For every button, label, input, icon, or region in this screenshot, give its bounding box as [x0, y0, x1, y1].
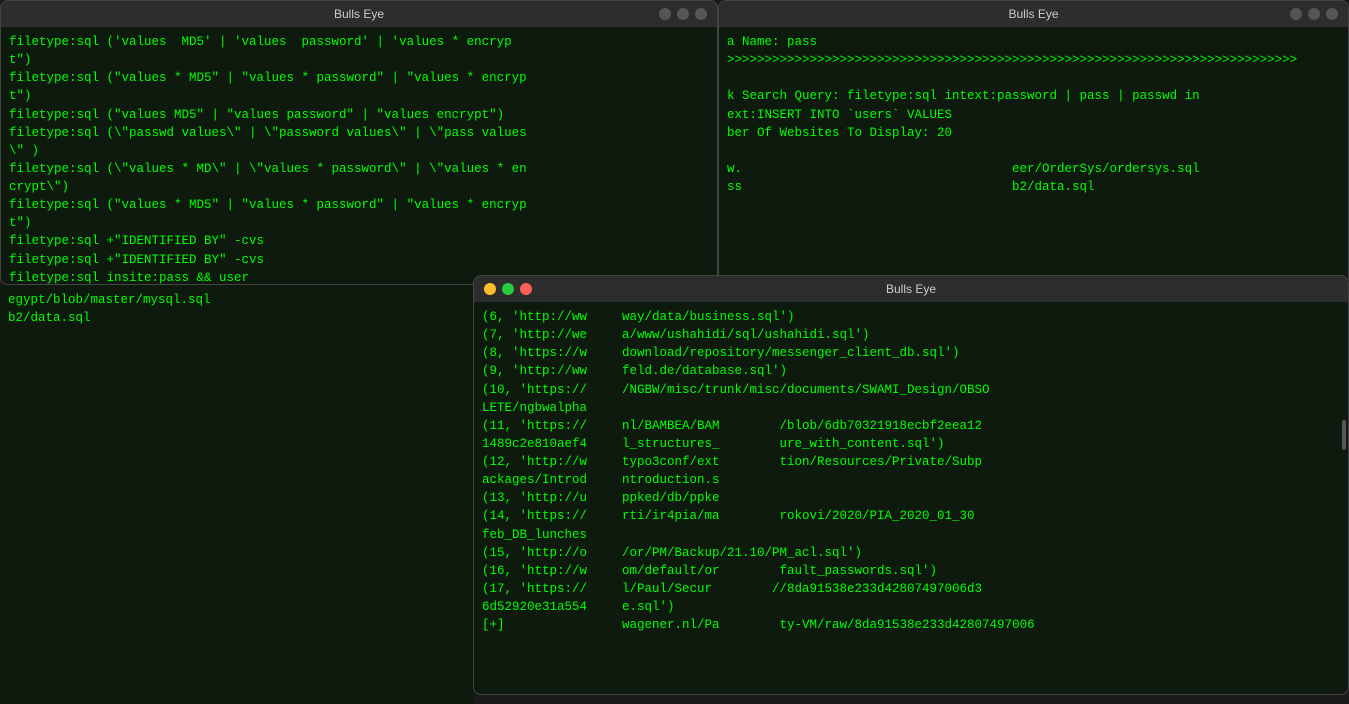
window-title-1: Bulls Eye [334, 7, 384, 21]
control-circle-3[interactable] [695, 8, 707, 20]
window-controls-dim-2 [1290, 8, 1338, 20]
control-circle-1[interactable] [659, 8, 671, 20]
control-circle-4[interactable] [1290, 8, 1302, 20]
content-right-col: way/data/business.sql') a/www/ushahidi/s… [622, 308, 1340, 688]
terminal-content-2[interactable]: a Name: pass >>>>>>>>>>>>>>>>>>>>>>>>>>>… [719, 27, 1348, 284]
close-button[interactable] [520, 283, 532, 295]
title-bar-2: Bulls Eye [719, 1, 1348, 27]
scrollbar[interactable] [1342, 420, 1346, 450]
content-left-col: (6, 'http://ww (7, 'http://we (8, 'https… [482, 308, 622, 688]
control-circle-5[interactable] [1308, 8, 1320, 20]
maximize-button[interactable] [502, 283, 514, 295]
control-circle-2[interactable] [677, 8, 689, 20]
terminal-content-3[interactable]: (6, 'http://ww (7, 'http://we (8, 'https… [474, 302, 1348, 694]
window-title-2: Bulls Eye [1008, 7, 1058, 21]
title-bar-1: Bulls Eye [1, 1, 717, 27]
window-title-3: Bulls Eye [886, 282, 936, 296]
terminal-window-1: Bulls Eye filetype:sql ('values MD5' | '… [0, 0, 718, 285]
terminal-window-3: Bulls Eye (6, 'http://ww (7, 'http://we … [473, 275, 1349, 695]
terminal-content-1[interactable]: filetype:sql ('values MD5' | 'values pas… [1, 27, 717, 284]
minimize-button[interactable] [484, 283, 496, 295]
title-bar-3: Bulls Eye [474, 276, 1348, 302]
terminal-window-2: Bulls Eye a Name: pass >>>>>>>>>>>>>>>>>… [718, 0, 1349, 285]
control-circle-6[interactable] [1326, 8, 1338, 20]
window-controls-dim-1 [659, 8, 707, 20]
background-terminal: egypt/blob/master/mysql.sql b2/data.sql [0, 285, 473, 704]
window-controls-3 [484, 283, 532, 295]
